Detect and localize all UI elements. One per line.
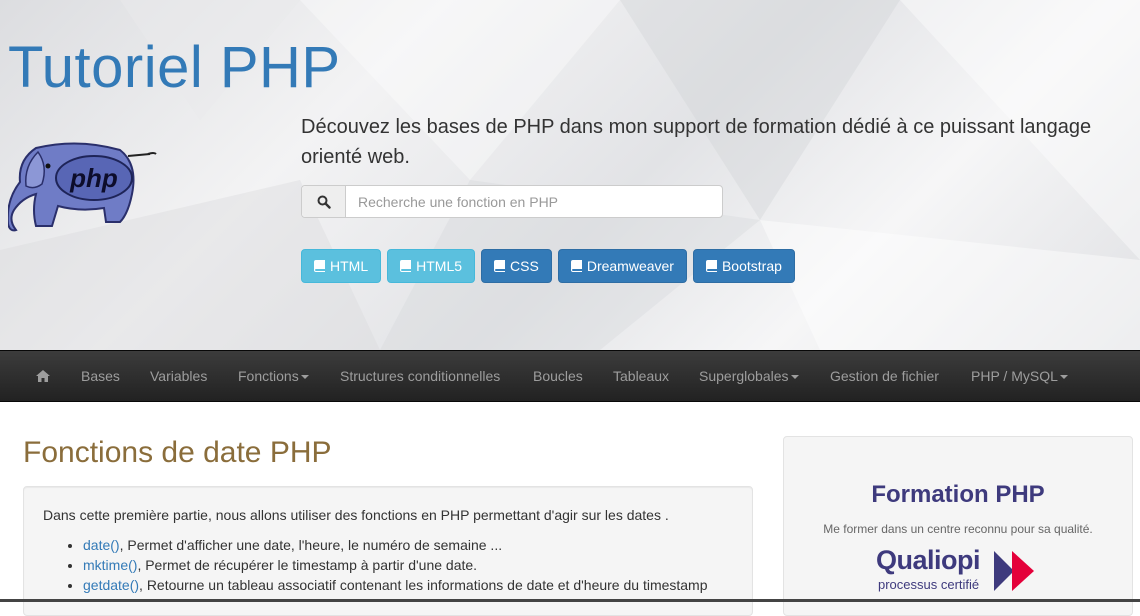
formation-subtitle: Me former dans un centre reconnu pour sa…	[823, 522, 1093, 536]
search-addon[interactable]	[302, 186, 346, 217]
intro-text: Dans cette première partie, nous allons …	[43, 507, 669, 523]
nav-item-gestion-de-fichier[interactable]: Gestion de fichier	[830, 351, 939, 401]
main-navbar: Bases Variables Fonctions Structures con…	[0, 350, 1140, 402]
site-title[interactable]: Tutoriel PHP	[8, 34, 341, 101]
nav-item-label: PHP / MySQL	[971, 368, 1058, 384]
html5-button-label: HTML5	[416, 258, 463, 274]
tagline: Découvez les bases de PHP dans mon suppo…	[301, 116, 1092, 168]
book-icon	[705, 260, 717, 272]
function-desc: , Permet de récupérer le timestamp à par…	[137, 557, 478, 573]
book-icon	[314, 260, 325, 272]
list-item: date(), Permet d'afficher une date, l'he…	[83, 535, 708, 555]
dreamweaver-button[interactable]: Dreamweaver	[557, 249, 687, 283]
nav-home[interactable]	[36, 351, 50, 401]
book-icon	[570, 260, 582, 272]
caret-down-icon	[300, 375, 309, 380]
caret-down-icon	[1059, 375, 1068, 380]
nav-item-tableaux[interactable]: Tableaux	[613, 351, 669, 401]
qualiopi-certified: processus certifié	[878, 577, 980, 592]
course-buttons: HTML HTML5 CSS Dreamweaver Bootstrap	[301, 249, 795, 283]
nav-item-boucles[interactable]: Boucles	[533, 351, 583, 401]
book-icon	[400, 260, 412, 272]
book-icon	[494, 260, 506, 272]
nav-item-superglobales[interactable]: Superglobales	[699, 351, 799, 401]
nav-item-bases[interactable]: Bases	[81, 351, 120, 401]
qualiopi-word: Qualiopi	[876, 545, 981, 575]
function-list: date(), Permet d'afficher une date, l'he…	[63, 535, 708, 595]
nav-item-structures-conditionnelles[interactable]: Structures conditionnelles	[340, 351, 500, 401]
function-desc: , Permet d'afficher une date, l'heure, l…	[119, 537, 503, 553]
caret-down-icon	[790, 375, 799, 380]
hero-banner: Tutoriel PHP php Découvez les bases de P…	[0, 0, 1140, 350]
bootstrap-button[interactable]: Bootstrap	[692, 249, 795, 283]
css-button[interactable]: CSS	[481, 249, 552, 283]
list-item: getdate(), Retourne un tableau associati…	[83, 575, 708, 595]
formation-title[interactable]: Formation PHP	[783, 481, 1133, 509]
php-logo-text: php	[69, 163, 118, 193]
dreamweaver-button-label: Dreamweaver	[586, 258, 674, 274]
bootstrap-button-label: Bootstrap	[721, 258, 782, 274]
php-elephant-logo[interactable]: php	[8, 140, 158, 236]
nav-item-php-mysql[interactable]: PHP / MySQL	[971, 351, 1068, 401]
html-button-label: HTML	[330, 258, 369, 274]
html5-button[interactable]: HTML5	[387, 249, 476, 283]
nav-item-variables[interactable]: Variables	[150, 351, 207, 401]
function-link-mktime[interactable]: mktime()	[83, 557, 137, 573]
nav-item-label: Superglobales	[699, 368, 789, 384]
function-desc: , Retourne un tableau associatif contena…	[139, 577, 708, 593]
search-icon	[317, 195, 331, 209]
qualiopi-arrows-icon	[994, 551, 1034, 591]
list-item: mktime(), Permet de récupérer le timesta…	[83, 555, 708, 575]
search-input[interactable]	[346, 186, 722, 217]
css-button-label: CSS	[510, 258, 539, 274]
nav-item-label: Fonctions	[238, 368, 299, 384]
nav-item-fonctions[interactable]: Fonctions	[238, 351, 309, 401]
html-button[interactable]: HTML	[301, 249, 382, 283]
qualiopi-logo[interactable]: Qualiopi processus certifié	[876, 545, 1041, 593]
search-box	[301, 185, 723, 218]
home-icon	[36, 370, 50, 382]
page-heading: Fonctions de date PHP	[23, 436, 332, 469]
function-link-date[interactable]: date()	[83, 537, 120, 553]
function-link-getdate[interactable]: getdate()	[83, 577, 139, 593]
